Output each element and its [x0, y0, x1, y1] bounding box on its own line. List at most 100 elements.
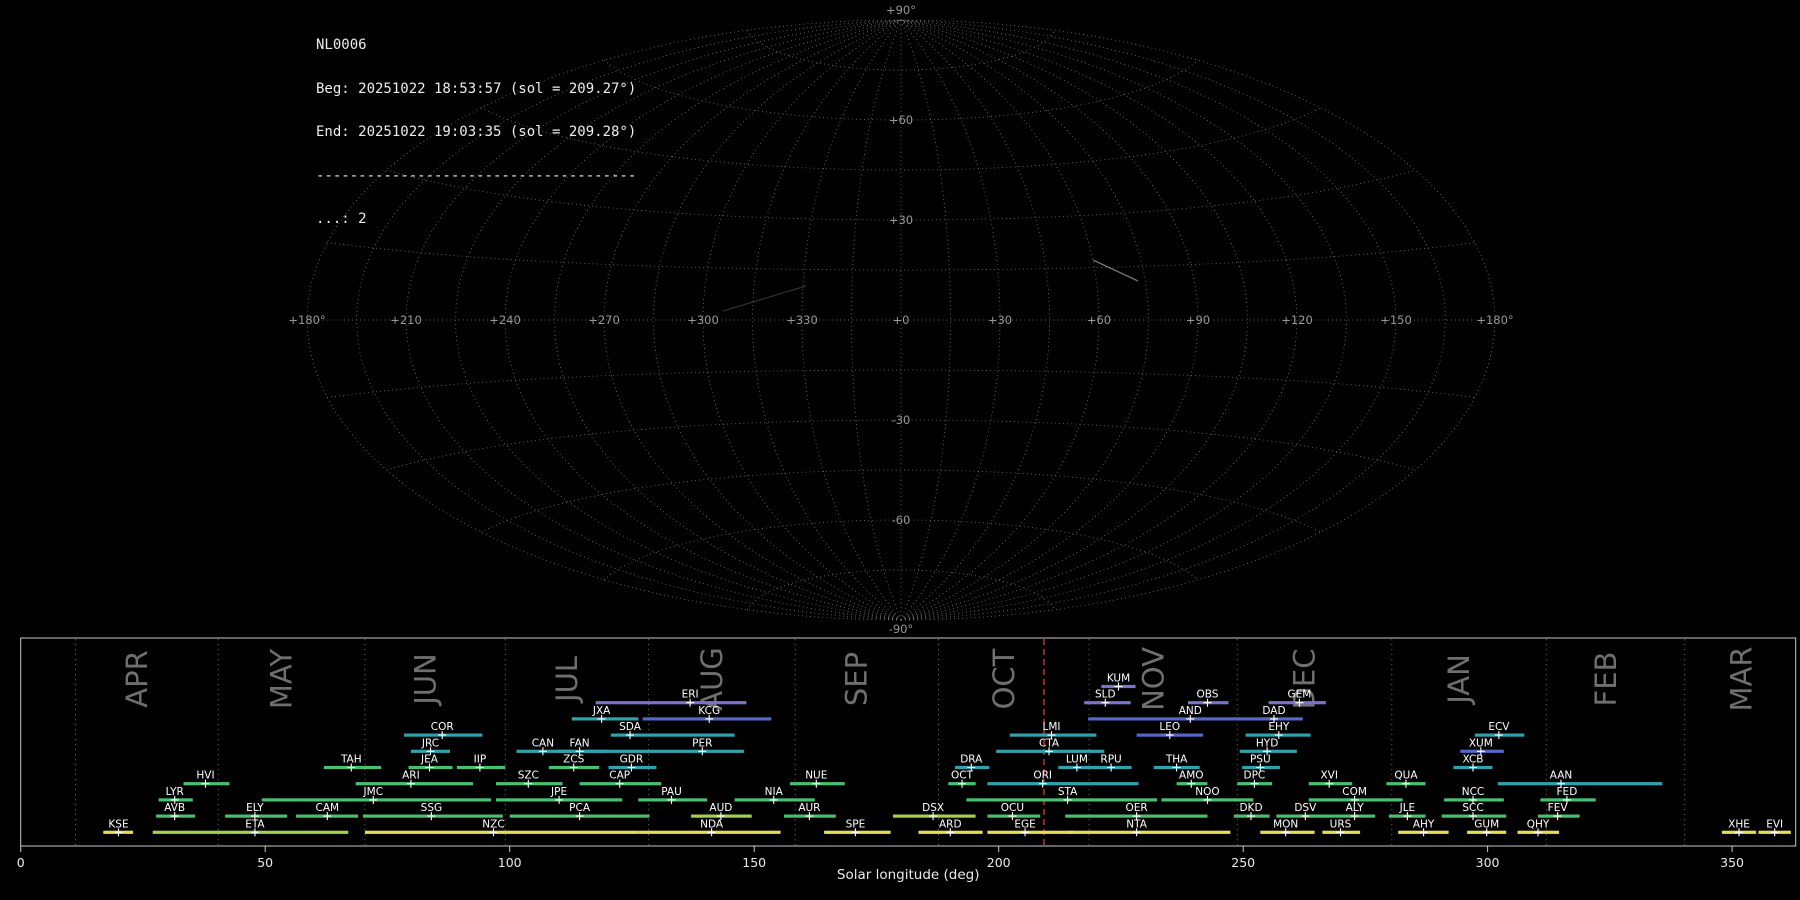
shower-label: OCU — [1001, 802, 1024, 814]
sky-lon-label: +300 — [687, 313, 719, 327]
shower-label: ALY — [1346, 802, 1365, 814]
month-label: NOV — [1136, 647, 1170, 711]
sky-lon-label: +0 — [893, 313, 910, 327]
shower-bar — [1497, 782, 1663, 786]
x-tick-label: 0 — [17, 855, 25, 870]
month-label: MAR — [1725, 646, 1759, 711]
shower-label: DSX — [922, 802, 944, 814]
shower-bar — [987, 782, 1139, 786]
sky-meridian — [900, 19, 1001, 621]
sky-parallel — [386, 419, 1416, 471]
shower-label: PSU — [1250, 754, 1271, 766]
shower-label: SLD — [1095, 689, 1116, 701]
sky-lon-label: +240 — [489, 313, 521, 327]
shower-label: AVB — [164, 802, 185, 814]
shower-label: ZCS — [563, 754, 585, 766]
shower-label: ETA — [245, 818, 265, 830]
sky-meridian — [900, 19, 1347, 621]
x-tick-label: 100 — [498, 855, 522, 870]
month-label: FEB — [1589, 652, 1623, 707]
shower-bar — [152, 830, 349, 834]
sky-lat-label: -90° — [889, 622, 914, 636]
sky-lon-label: +270 — [588, 313, 620, 327]
separator-line: -------------------------------------- — [316, 167, 637, 184]
shower-label: KSE — [108, 818, 128, 830]
sky-lon-label: +210 — [390, 313, 422, 327]
shower-label: JEA — [420, 754, 439, 766]
shower-label: NUE — [805, 770, 827, 782]
shower-label: PCA — [569, 802, 591, 814]
observation-info: NL0006 Beg: 20251022 18:53:57 (sol = 209… — [316, 9, 636, 241]
sky-parallel — [746, 569, 1056, 611]
x-tick-label: 300 — [1476, 855, 1500, 870]
x-tick-label: 200 — [987, 855, 1011, 870]
shower-label: OER — [1125, 802, 1147, 814]
shower-label: ARD — [939, 818, 962, 830]
x-tick-label: 50 — [257, 855, 273, 870]
shower-bar — [1067, 830, 1231, 834]
shower-label: DAD — [1262, 705, 1285, 717]
shower-label: SPE — [846, 818, 866, 830]
shower-bar — [595, 701, 747, 705]
shower-label: AND — [1179, 705, 1202, 717]
shower-label: JRC — [421, 737, 439, 749]
shower-label: DSV — [1294, 802, 1317, 814]
shower-label: SZC — [518, 770, 539, 782]
sky-lat-label: -60 — [892, 513, 911, 527]
shower-label: SDA — [619, 721, 642, 733]
shower-bar — [987, 830, 1074, 834]
shower-label: HVI — [196, 770, 214, 782]
shower-label: EHY — [1268, 721, 1290, 733]
sky-meridian — [900, 19, 1397, 621]
shower-label: KUM — [1107, 673, 1130, 685]
shower-label: PER — [692, 737, 712, 749]
shower-label: AMO — [1179, 770, 1204, 782]
begin-time-line: Beg: 20251022 18:53:57 (sol = 209.27°) — [316, 80, 637, 97]
month-label: JAN — [1442, 654, 1476, 706]
shower-label: FEV — [1548, 802, 1569, 814]
meteor-radiant-and-activity-plot: +180°+150+120+90+60+30+0+330+300+270+240… — [17, 3, 1797, 883]
shower-label: ARI — [402, 770, 420, 782]
shower-label: PAU — [661, 786, 682, 798]
x-tick-label: 350 — [1720, 855, 1744, 870]
shower-label: DPC — [1244, 770, 1266, 782]
shower-label: URS — [1330, 818, 1352, 830]
shower-label: TAH — [340, 754, 362, 766]
shower-bar — [585, 749, 744, 753]
shower-label: XHE — [1728, 818, 1750, 830]
shower-label: THA — [1165, 754, 1188, 766]
shower-label: ORI — [1033, 770, 1052, 782]
sky-lon-label: +180° — [288, 313, 325, 327]
shower-label: EVI — [1766, 818, 1783, 830]
shower-label: HYD — [1256, 737, 1278, 749]
sky-lon-label: +150 — [1380, 313, 1412, 327]
shower-label: OBS — [1197, 689, 1219, 701]
meteor-trail — [722, 285, 807, 312]
shower-label: NDA — [700, 818, 724, 830]
sky-lon-label: +90 — [1186, 313, 1210, 327]
shower-label: JPE — [550, 786, 567, 798]
shower-label: NCC — [1462, 786, 1485, 798]
shower-label: NZC — [482, 818, 504, 830]
meteor-trail — [1092, 259, 1139, 282]
shower-label: STA — [1058, 786, 1078, 798]
shower-label: OCT — [951, 770, 974, 782]
shower-label: JLE — [1399, 802, 1416, 814]
sky-lon-label: +330 — [786, 313, 818, 327]
shower-label: GEM — [1287, 689, 1311, 701]
month-label: JUL — [550, 656, 584, 704]
sky-lat-label: +90° — [886, 3, 916, 17]
shower-bar — [966, 798, 1158, 802]
shower-label: AAN — [1550, 770, 1573, 782]
sky-lon-label: +60 — [1087, 313, 1111, 327]
sky-parallel — [327, 369, 1475, 399]
shower-label: CTA — [1039, 737, 1060, 749]
sky-lat-label: +30 — [889, 213, 913, 227]
shower-label: JMC — [363, 786, 384, 798]
shower-label: DRA — [960, 754, 983, 766]
shower-label: CAP — [609, 770, 630, 782]
shower-label: AUD — [709, 802, 732, 814]
shower-label: ELY — [246, 802, 264, 814]
unassociated-count: ...: 2 — [316, 211, 367, 227]
month-label: APR — [120, 650, 154, 707]
